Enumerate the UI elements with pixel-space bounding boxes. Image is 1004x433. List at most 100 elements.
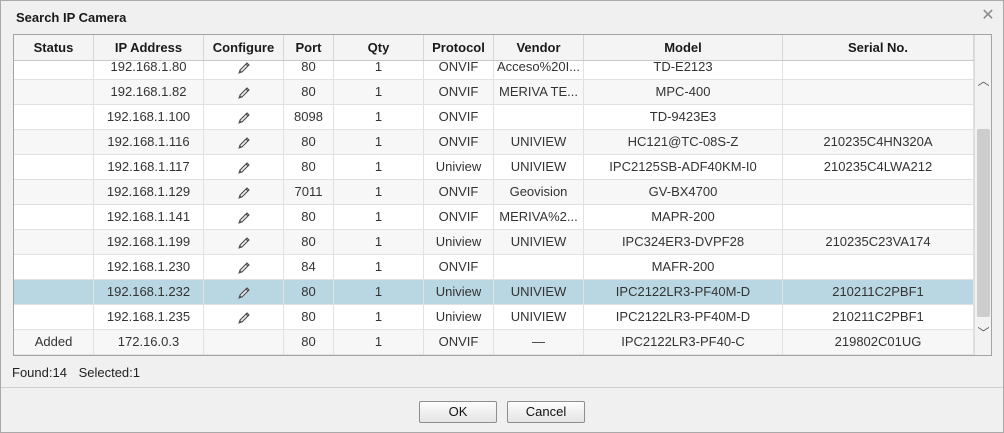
model-cell: IPC2122LR3-PF40-C <box>584 330 783 354</box>
port-cell: 80 <box>284 280 334 304</box>
pencil-icon[interactable] <box>237 309 251 324</box>
table-row[interactable]: Added 172.16.0.3 80 1 ONVIF — IPC2122LR3-PF40-… <box>14 330 974 355</box>
protocol-cell: Uniview <box>424 280 494 304</box>
column-header-serial-no[interactable]: Serial No. <box>783 35 974 60</box>
pencil-icon[interactable] <box>237 209 251 224</box>
configure-cell[interactable] <box>204 155 284 179</box>
protocol-cell: ONVIF <box>424 180 494 204</box>
table-header: Status IP Address Configure Port Qty Protocol… <box>14 35 974 61</box>
configure-cell <box>204 330 284 354</box>
chevron-down-icon[interactable]: ﹀ <box>975 325 991 341</box>
column-header-model[interactable]: Model <box>584 35 783 60</box>
model-cell: TD-9423E3 <box>584 105 783 129</box>
column-header-status[interactable]: Status <box>14 35 94 60</box>
port-cell: 8098 <box>284 105 334 129</box>
pencil-icon[interactable] <box>237 59 251 74</box>
vendor-cell: UNIVIEW <box>494 305 584 329</box>
serial-cell <box>783 205 974 229</box>
table-row[interactable]: 192.168.1.117 80 1 Uniview UNIVIEW IPC2125SB-… <box>14 155 974 180</box>
status-bar: Found:14 Selected:1 <box>12 365 148 380</box>
ip-address-cell: 192.168.1.199 <box>94 230 204 254</box>
status-cell <box>14 305 94 329</box>
qty-cell: 1 <box>334 80 424 104</box>
table-row[interactable]: 192.168.1.82 80 1 ONVIF MERIVA TE... MPC-400 <box>14 80 974 105</box>
vendor-cell <box>494 255 584 279</box>
qty-cell: 1 <box>334 280 424 304</box>
pencil-icon[interactable] <box>237 109 251 124</box>
serial-cell: 210235C23VA174 <box>783 230 974 254</box>
serial-cell: 219802C01UG <box>783 330 974 354</box>
column-header-port[interactable]: Port <box>284 35 334 60</box>
model-cell: MAPR-200 <box>584 205 783 229</box>
pencil-icon[interactable] <box>237 284 251 299</box>
status-cell <box>14 155 94 179</box>
protocol-cell: Uniview <box>424 230 494 254</box>
protocol-cell: Uniview <box>424 155 494 179</box>
configure-cell[interactable] <box>204 205 284 229</box>
ip-address-cell: 192.168.1.82 <box>94 80 204 104</box>
qty-cell: 1 <box>334 155 424 179</box>
selected-count: Selected:1 <box>78 365 140 380</box>
model-cell: IPC2122LR3-PF40M-D <box>584 305 783 329</box>
qty-cell: 1 <box>334 305 424 329</box>
table-row[interactable]: 192.168.1.116 80 1 ONVIF UNIVIEW HC121@TC-08S… <box>14 130 974 155</box>
scrollbar-thumb[interactable] <box>977 129 990 317</box>
model-cell: HC121@TC-08S-Z <box>584 130 783 154</box>
ok-button[interactable]: OK <box>419 401 497 423</box>
configure-cell[interactable] <box>204 305 284 329</box>
ip-address-cell: 192.168.1.116 <box>94 130 204 154</box>
configure-cell[interactable] <box>204 105 284 129</box>
port-cell: 84 <box>284 255 334 279</box>
table-row[interactable]: 192.168.1.100 8098 1 ONVIF TD-9423E3 <box>14 105 974 130</box>
model-cell: IPC324ER3-DVPF28 <box>584 230 783 254</box>
pencil-icon[interactable] <box>237 159 251 174</box>
qty-cell: 1 <box>334 330 424 354</box>
qty-cell: 1 <box>334 180 424 204</box>
pencil-icon[interactable] <box>237 234 251 249</box>
column-header-ip-address[interactable]: IP Address <box>94 35 204 60</box>
ip-address-cell: 172.16.0.3 <box>94 330 204 354</box>
configure-cell[interactable] <box>204 130 284 154</box>
serial-cell <box>783 80 974 104</box>
configure-cell[interactable] <box>204 80 284 104</box>
pencil-icon[interactable] <box>237 84 251 99</box>
cancel-button[interactable]: Cancel <box>507 401 585 423</box>
protocol-cell: ONVIF <box>424 205 494 229</box>
ip-address-cell: 192.168.1.100 <box>94 105 204 129</box>
port-cell: 80 <box>284 230 334 254</box>
vendor-cell <box>494 105 584 129</box>
column-header-vendor[interactable]: Vendor <box>494 35 584 60</box>
chevron-up-icon[interactable]: ︿ <box>975 73 991 89</box>
configure-cell[interactable] <box>204 230 284 254</box>
qty-cell: 1 <box>334 130 424 154</box>
vendor-cell: — <box>494 330 584 354</box>
table-row[interactable]: 192.168.1.129 7011 1 ONVIF Geovision GV-BX470… <box>14 180 974 205</box>
column-header-qty[interactable]: Qty <box>334 35 424 60</box>
configure-cell[interactable] <box>204 255 284 279</box>
table-row[interactable]: 192.168.1.235 80 1 Uniview UNIVIEW IPC2122LR3… <box>14 305 974 330</box>
column-header-protocol[interactable]: Protocol <box>424 35 494 60</box>
status-cell <box>14 205 94 229</box>
table-row[interactable]: 192.168.1.230 84 1 ONVIF MAFR-200 <box>14 255 974 280</box>
port-cell: 80 <box>284 305 334 329</box>
qty-cell: 1 <box>334 105 424 129</box>
port-cell: 80 <box>284 330 334 354</box>
table-row[interactable]: 192.168.1.232 80 1 Uniview UNIVIEW IPC2122LR3… <box>14 280 974 305</box>
model-cell: MPC-400 <box>584 80 783 104</box>
qty-cell: 1 <box>334 205 424 229</box>
vendor-cell: MERIVA TE... <box>494 80 584 104</box>
serial-cell <box>783 180 974 204</box>
column-header-configure[interactable]: Configure <box>204 35 284 60</box>
configure-cell[interactable] <box>204 180 284 204</box>
vendor-cell: MERIVA%2... <box>494 205 584 229</box>
pencil-icon[interactable] <box>237 259 251 274</box>
pencil-icon[interactable] <box>237 184 251 199</box>
table-row[interactable]: 192.168.1.141 80 1 ONVIF MERIVA%2... MAPR-200 <box>14 205 974 230</box>
close-icon[interactable]: ✕ <box>979 7 997 25</box>
pencil-icon[interactable] <box>237 134 251 149</box>
status-cell <box>14 255 94 279</box>
status-cell: Added <box>14 330 94 354</box>
table-row[interactable]: 192.168.1.199 80 1 Uniview UNIVIEW IPC324ER3-… <box>14 230 974 255</box>
configure-cell[interactable] <box>204 280 284 304</box>
vertical-scrollbar[interactable]: ︿ ﹀ <box>974 35 991 355</box>
